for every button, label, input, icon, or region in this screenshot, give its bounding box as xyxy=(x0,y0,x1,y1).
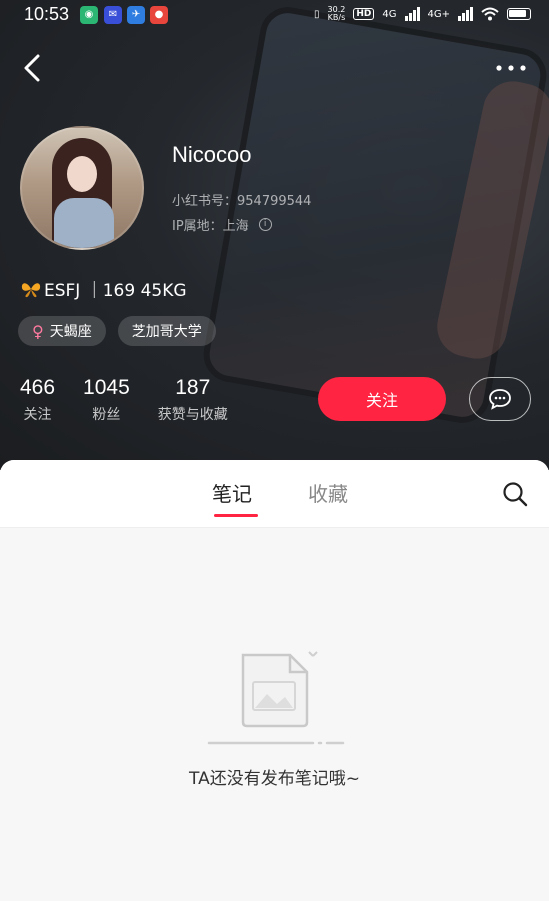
content-panel: 笔记 收藏 TA还没有发布笔记哦~ xyxy=(0,460,549,901)
network-speed: 30.2 KB/s xyxy=(327,5,346,22)
stat-likes-collects[interactable]: 187 获赞与收藏 xyxy=(158,376,228,424)
profile-stats: 466 关注 1045 粉丝 187 获赞与收藏 xyxy=(20,376,256,424)
tab-collections[interactable]: 收藏 xyxy=(308,478,348,507)
more-options-button[interactable] xyxy=(493,56,529,80)
signal-icon xyxy=(458,7,473,21)
app-notification-icon: ✉ xyxy=(104,6,122,24)
back-button[interactable] xyxy=(18,50,48,86)
app-notification-icon: ◉ xyxy=(80,6,98,24)
vibrate-icon: ▯ xyxy=(314,8,320,20)
chat-bubble-icon xyxy=(489,389,511,410)
empty-state-message: TA还没有发布笔记哦~ xyxy=(189,769,360,789)
avatar[interactable] xyxy=(20,126,144,250)
message-button[interactable] xyxy=(469,377,531,421)
butterfly-icon xyxy=(21,282,41,297)
female-icon: ♀ xyxy=(32,321,44,341)
active-tab-indicator xyxy=(214,514,258,517)
tag-zodiac: ♀ 天蝎座 xyxy=(18,316,106,346)
signal-icon xyxy=(404,7,420,21)
red-id: 小红书号：954799544 xyxy=(172,194,312,209)
search-icon[interactable] xyxy=(501,480,529,508)
stat-following[interactable]: 466 关注 xyxy=(20,376,55,424)
status-bar: 10:53 ◉ ✉ ✈ ● ▯ 30.2 KB/s HD 4G 4G+ xyxy=(0,0,549,30)
profile-tags: ♀ 天蝎座 芝加哥大学 xyxy=(18,316,216,346)
tab-bar: 笔记 收藏 xyxy=(0,460,549,528)
ip-location: IP属地：上海 i xyxy=(172,215,272,234)
network-4g-plus-label: 4G+ xyxy=(427,8,451,20)
tab-notes[interactable]: 笔记 xyxy=(212,478,252,507)
empty-note-icon xyxy=(207,651,345,745)
battery-icon xyxy=(507,8,531,20)
network-4g-label: 4G xyxy=(382,8,397,20)
stat-followers[interactable]: 1045 粉丝 xyxy=(83,376,130,424)
hd-badge: HD xyxy=(353,8,375,20)
app-notification-icon: ✈ xyxy=(127,6,145,24)
status-time: 10:53 xyxy=(24,4,70,24)
wifi-icon xyxy=(481,7,499,21)
location-notification-icon: ● xyxy=(150,6,168,24)
follow-button[interactable]: 关注 xyxy=(318,377,446,421)
profile-username: Nicocoo xyxy=(172,142,252,167)
tag-school: 芝加哥大学 xyxy=(117,316,216,346)
profile-bio: ESFJ ｜169 45KG xyxy=(20,276,187,301)
info-icon[interactable]: i xyxy=(258,218,272,231)
